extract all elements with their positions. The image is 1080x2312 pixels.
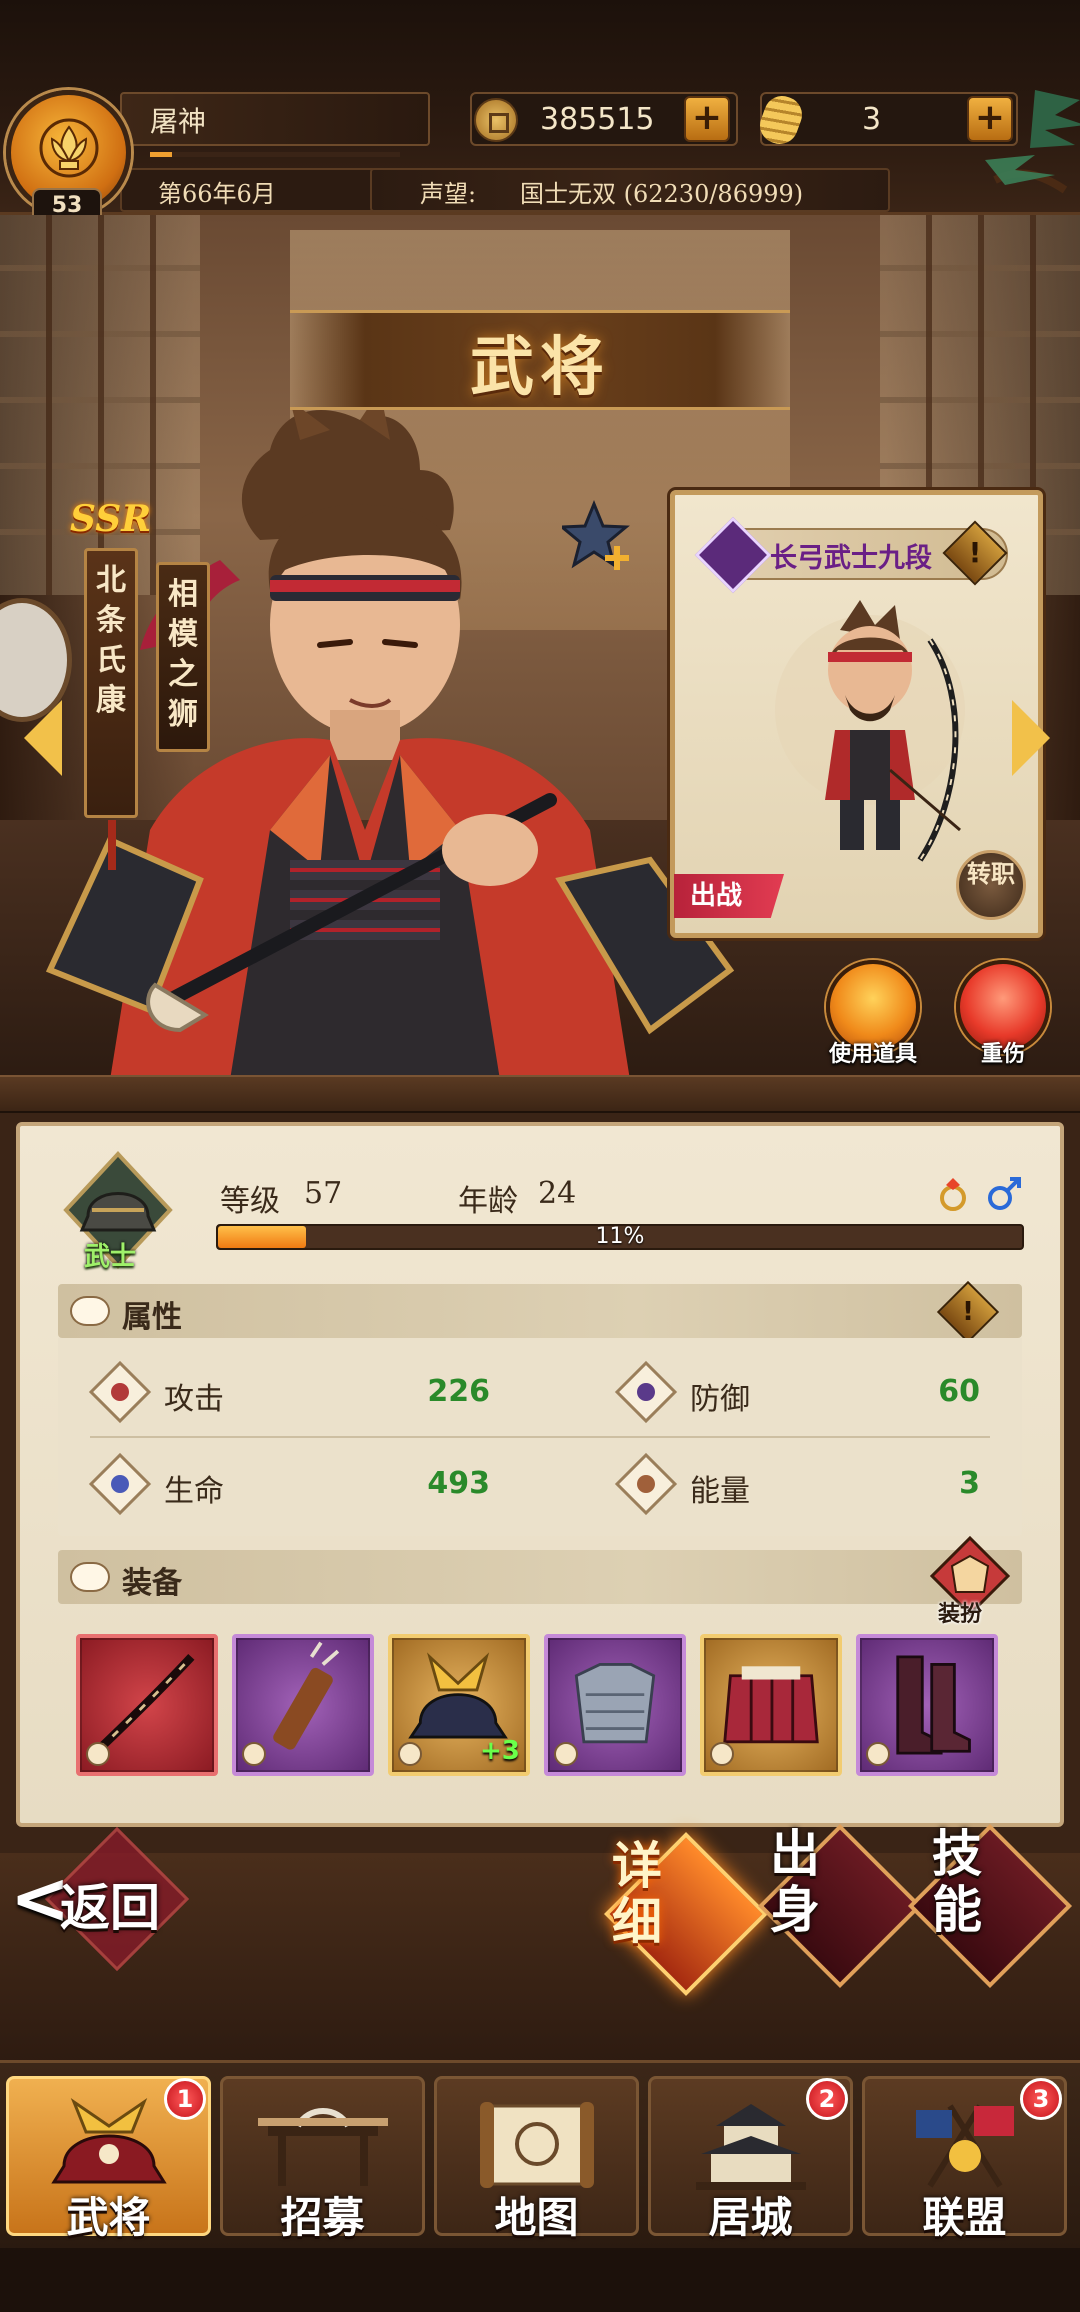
use-item-label: 使用道具 — [828, 1041, 917, 1067]
section-divider — [0, 1075, 1080, 1113]
map-scroll-nav-icon — [480, 2102, 594, 2188]
attributes-divider — [90, 1436, 990, 1438]
player-exp-bar — [150, 152, 400, 157]
equip-mark — [554, 1742, 578, 1766]
equip-mark — [86, 1742, 110, 1766]
equip-mark — [866, 1742, 890, 1766]
info-icon: ! — [968, 536, 982, 569]
recruit-stand-nav-icon — [258, 2108, 388, 2186]
nav-label-map: 地图 — [494, 2193, 579, 2242]
page-title: 武将 — [470, 330, 610, 405]
equip-mark — [242, 1742, 266, 1766]
health-value: 493 — [427, 1466, 490, 1501]
notification-badge: 1 — [164, 2078, 206, 2120]
equipment-title: 装备 — [122, 1566, 182, 1601]
enhance-level: +3 — [480, 1736, 520, 1766]
tab-skill-label[interactable]: 技能 — [932, 1826, 1022, 1938]
equip-slot-armor[interactable] — [544, 1634, 686, 1776]
equip-slot-skirt-armor[interactable] — [700, 1634, 842, 1776]
defense-value: 60 — [938, 1374, 980, 1409]
notification-badge: 3 — [1020, 2078, 1062, 2120]
attack-value: 226 — [427, 1374, 490, 1409]
star-upgrade-icon[interactable] — [562, 500, 634, 572]
hero-name: 北条氏康 — [84, 548, 138, 818]
equip-slot-quiver[interactable] — [232, 1634, 374, 1776]
class-transfer-button[interactable]: 转职 — [956, 850, 1026, 920]
equip-mark — [398, 1742, 422, 1766]
exp-progress-text: 11% — [595, 1224, 645, 1249]
clan-crest-icon — [39, 118, 99, 178]
nav-label-generals: 武将 — [66, 2193, 151, 2242]
health-icon-dot — [107, 1471, 133, 1497]
name-tassel — [108, 820, 116, 870]
marriage-ring-icon — [940, 1178, 966, 1211]
helmet-small-icon — [70, 1562, 110, 1592]
level-value: 57 — [304, 1176, 343, 1211]
defense-label: 防御 — [690, 1382, 750, 1417]
coin-value: 385515 — [540, 102, 655, 137]
next-class-arrow-icon[interactable] — [1012, 700, 1050, 776]
castle-nav-icon — [696, 2104, 806, 2190]
energy-value: 3 — [959, 1466, 980, 1501]
pine-decoration-icon — [985, 90, 1080, 194]
fame-label: 声望: — [420, 180, 477, 208]
health-label: 生命 — [164, 1474, 224, 1509]
nav-label-castle: 居城 — [708, 2193, 793, 2242]
alliance-flags-nav-icon — [916, 2104, 1014, 2188]
chibi-hero-figure — [775, 600, 965, 862]
age-label: 年龄 — [458, 1184, 518, 1219]
nav-bottom-strip — [0, 2248, 1080, 2312]
player-exp-fill — [150, 152, 172, 157]
class-tag: 武士 — [84, 1242, 137, 1272]
age-value: 24 — [538, 1176, 577, 1211]
deploy-tag: 出战 — [674, 874, 784, 918]
defense-icon-dot — [633, 1379, 659, 1405]
player-name: 屠神 — [150, 105, 207, 138]
game-date: 第66年6月 — [158, 180, 276, 208]
tab-detail-label[interactable]: 详细 — [612, 1838, 702, 1950]
notification-badge: 2 — [806, 2078, 848, 2120]
scroll-icon — [70, 1296, 110, 1326]
level-label: 等级 — [220, 1184, 280, 1219]
equipment-header — [58, 1550, 1022, 1604]
add-coins-button[interactable]: + — [684, 96, 730, 142]
rarity-badge: SSR — [70, 498, 152, 540]
samurai-helmet-nav-icon — [51, 2097, 167, 2184]
back-label[interactable]: 返回 — [60, 1868, 160, 1940]
class-name: 长弓武士九段 — [770, 543, 932, 574]
equip-slot-longbow[interactable] — [76, 1634, 218, 1776]
energy-icon-dot — [633, 1471, 659, 1497]
male-gender-icon — [988, 1177, 1021, 1210]
equip-slot-boots[interactable] — [856, 1634, 998, 1776]
rice-value: 3 — [862, 102, 882, 137]
outfit-label: 装扮 — [938, 1601, 983, 1627]
fame-value: 国士无双 (62230/86999) — [520, 180, 804, 208]
info-icon: ! — [962, 1297, 974, 1327]
previous-hero-arrow-icon[interactable] — [24, 700, 62, 776]
equip-mark — [710, 1742, 734, 1766]
hero-title: 相模之狮 — [156, 562, 210, 752]
heal-label: 重伤 — [980, 1041, 1025, 1067]
attributes-header — [58, 1284, 1022, 1338]
attack-icon-dot — [107, 1379, 133, 1405]
attack-label: 攻击 — [164, 1382, 224, 1417]
energy-label: 能量 — [690, 1474, 750, 1509]
nav-label-alliance: 联盟 — [922, 2193, 1007, 2242]
tab-origin-label[interactable]: 出身 — [770, 1826, 860, 1938]
coin-icon — [474, 98, 518, 142]
attributes-title: 属性 — [122, 1300, 182, 1335]
nav-label-recruit: 招募 — [280, 2193, 365, 2242]
